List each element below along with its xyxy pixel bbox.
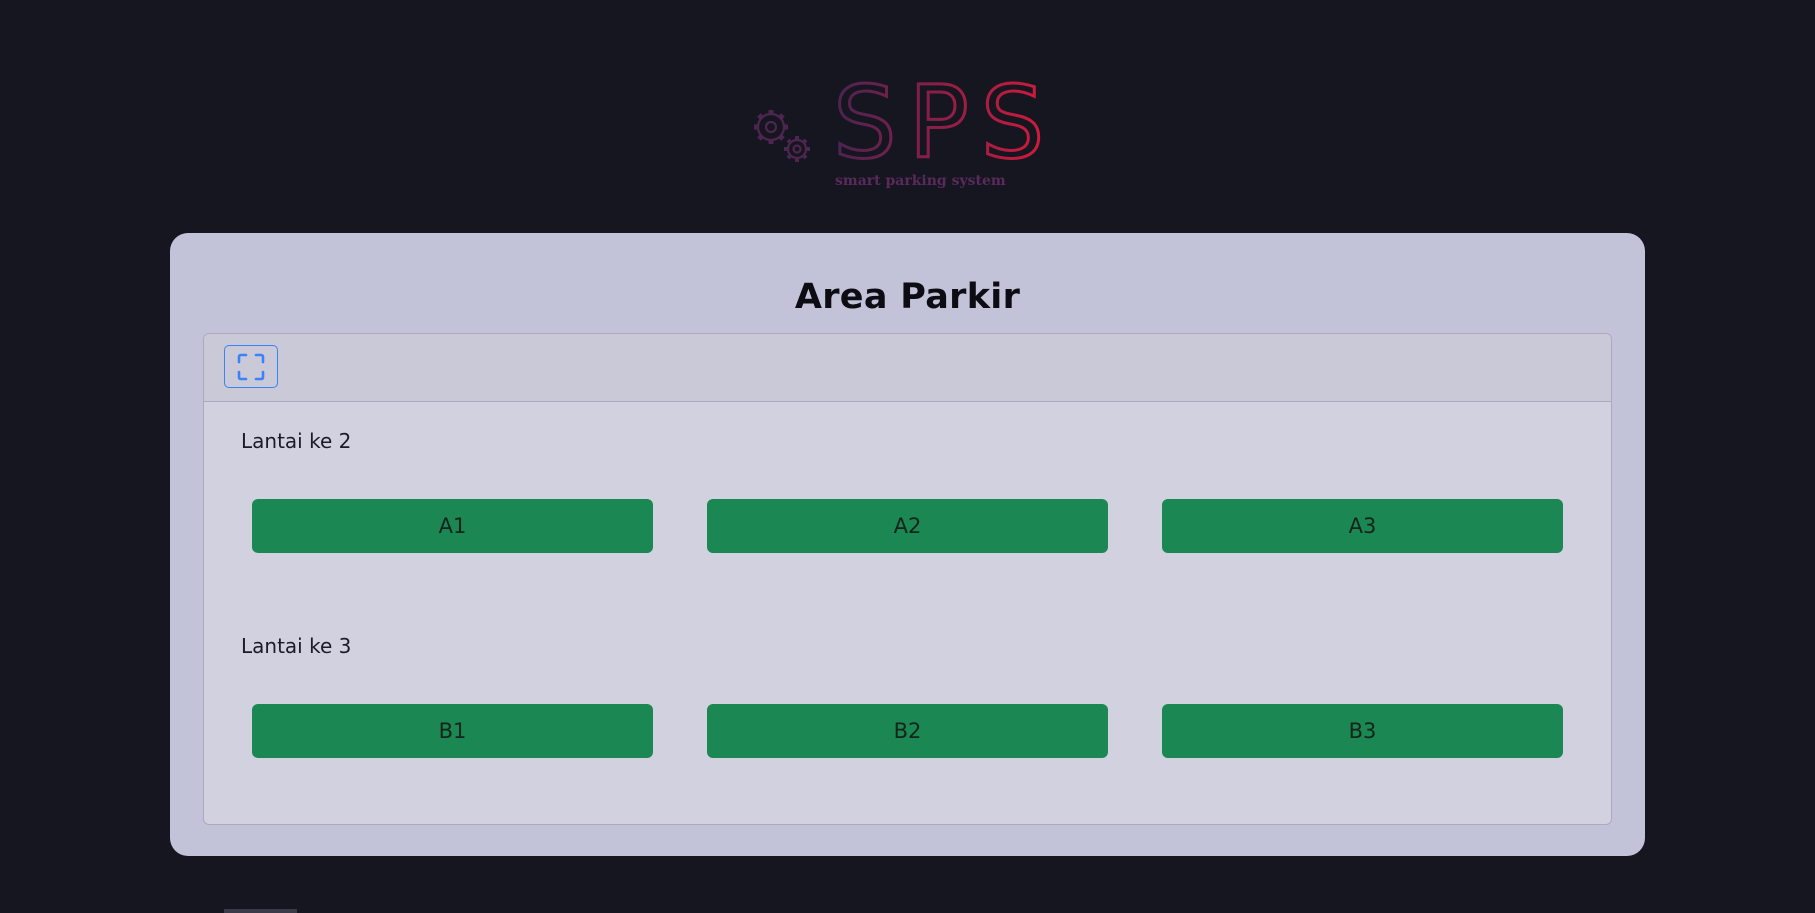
page-title: Area Parkir [794,277,1021,317]
gears-icon [754,110,810,162]
parking-slot-a1[interactable]: A1 [252,499,653,553]
fullscreen-button[interactable] [224,345,278,388]
parking-slot-b3[interactable]: B3 [1162,704,1563,758]
parking-slot-a3[interactable]: A3 [1162,499,1563,553]
logo-tagline: smart parking system [835,173,1006,189]
bottom-tab-indicator [224,909,297,913]
parking-slot-b1[interactable]: B1 [252,704,653,758]
parking-slot-a2[interactable]: A2 [707,499,1108,553]
parking-map-card: Lantai ke 2 A1 A2 A3 Lantai ke 3 B1 B2 B… [203,333,1612,825]
floor-2-slots: A1 A2 A3 [252,499,1563,553]
sps-logo: SPS smart parking system [745,75,1055,195]
floor-label-3: Lantai ke 3 [241,634,352,658]
logo-text: SPS [833,75,1055,181]
floor-3-slots: B1 B2 B3 [252,704,1563,758]
parking-slot-b2[interactable]: B2 [707,704,1108,758]
card-toolbar [204,334,1611,402]
floor-label-2: Lantai ke 2 [241,429,352,453]
parking-area-panel: Area Parkir Lantai ke 2 A1 A2 A3 Lantai … [170,233,1645,856]
fullscreen-icon [237,353,265,380]
